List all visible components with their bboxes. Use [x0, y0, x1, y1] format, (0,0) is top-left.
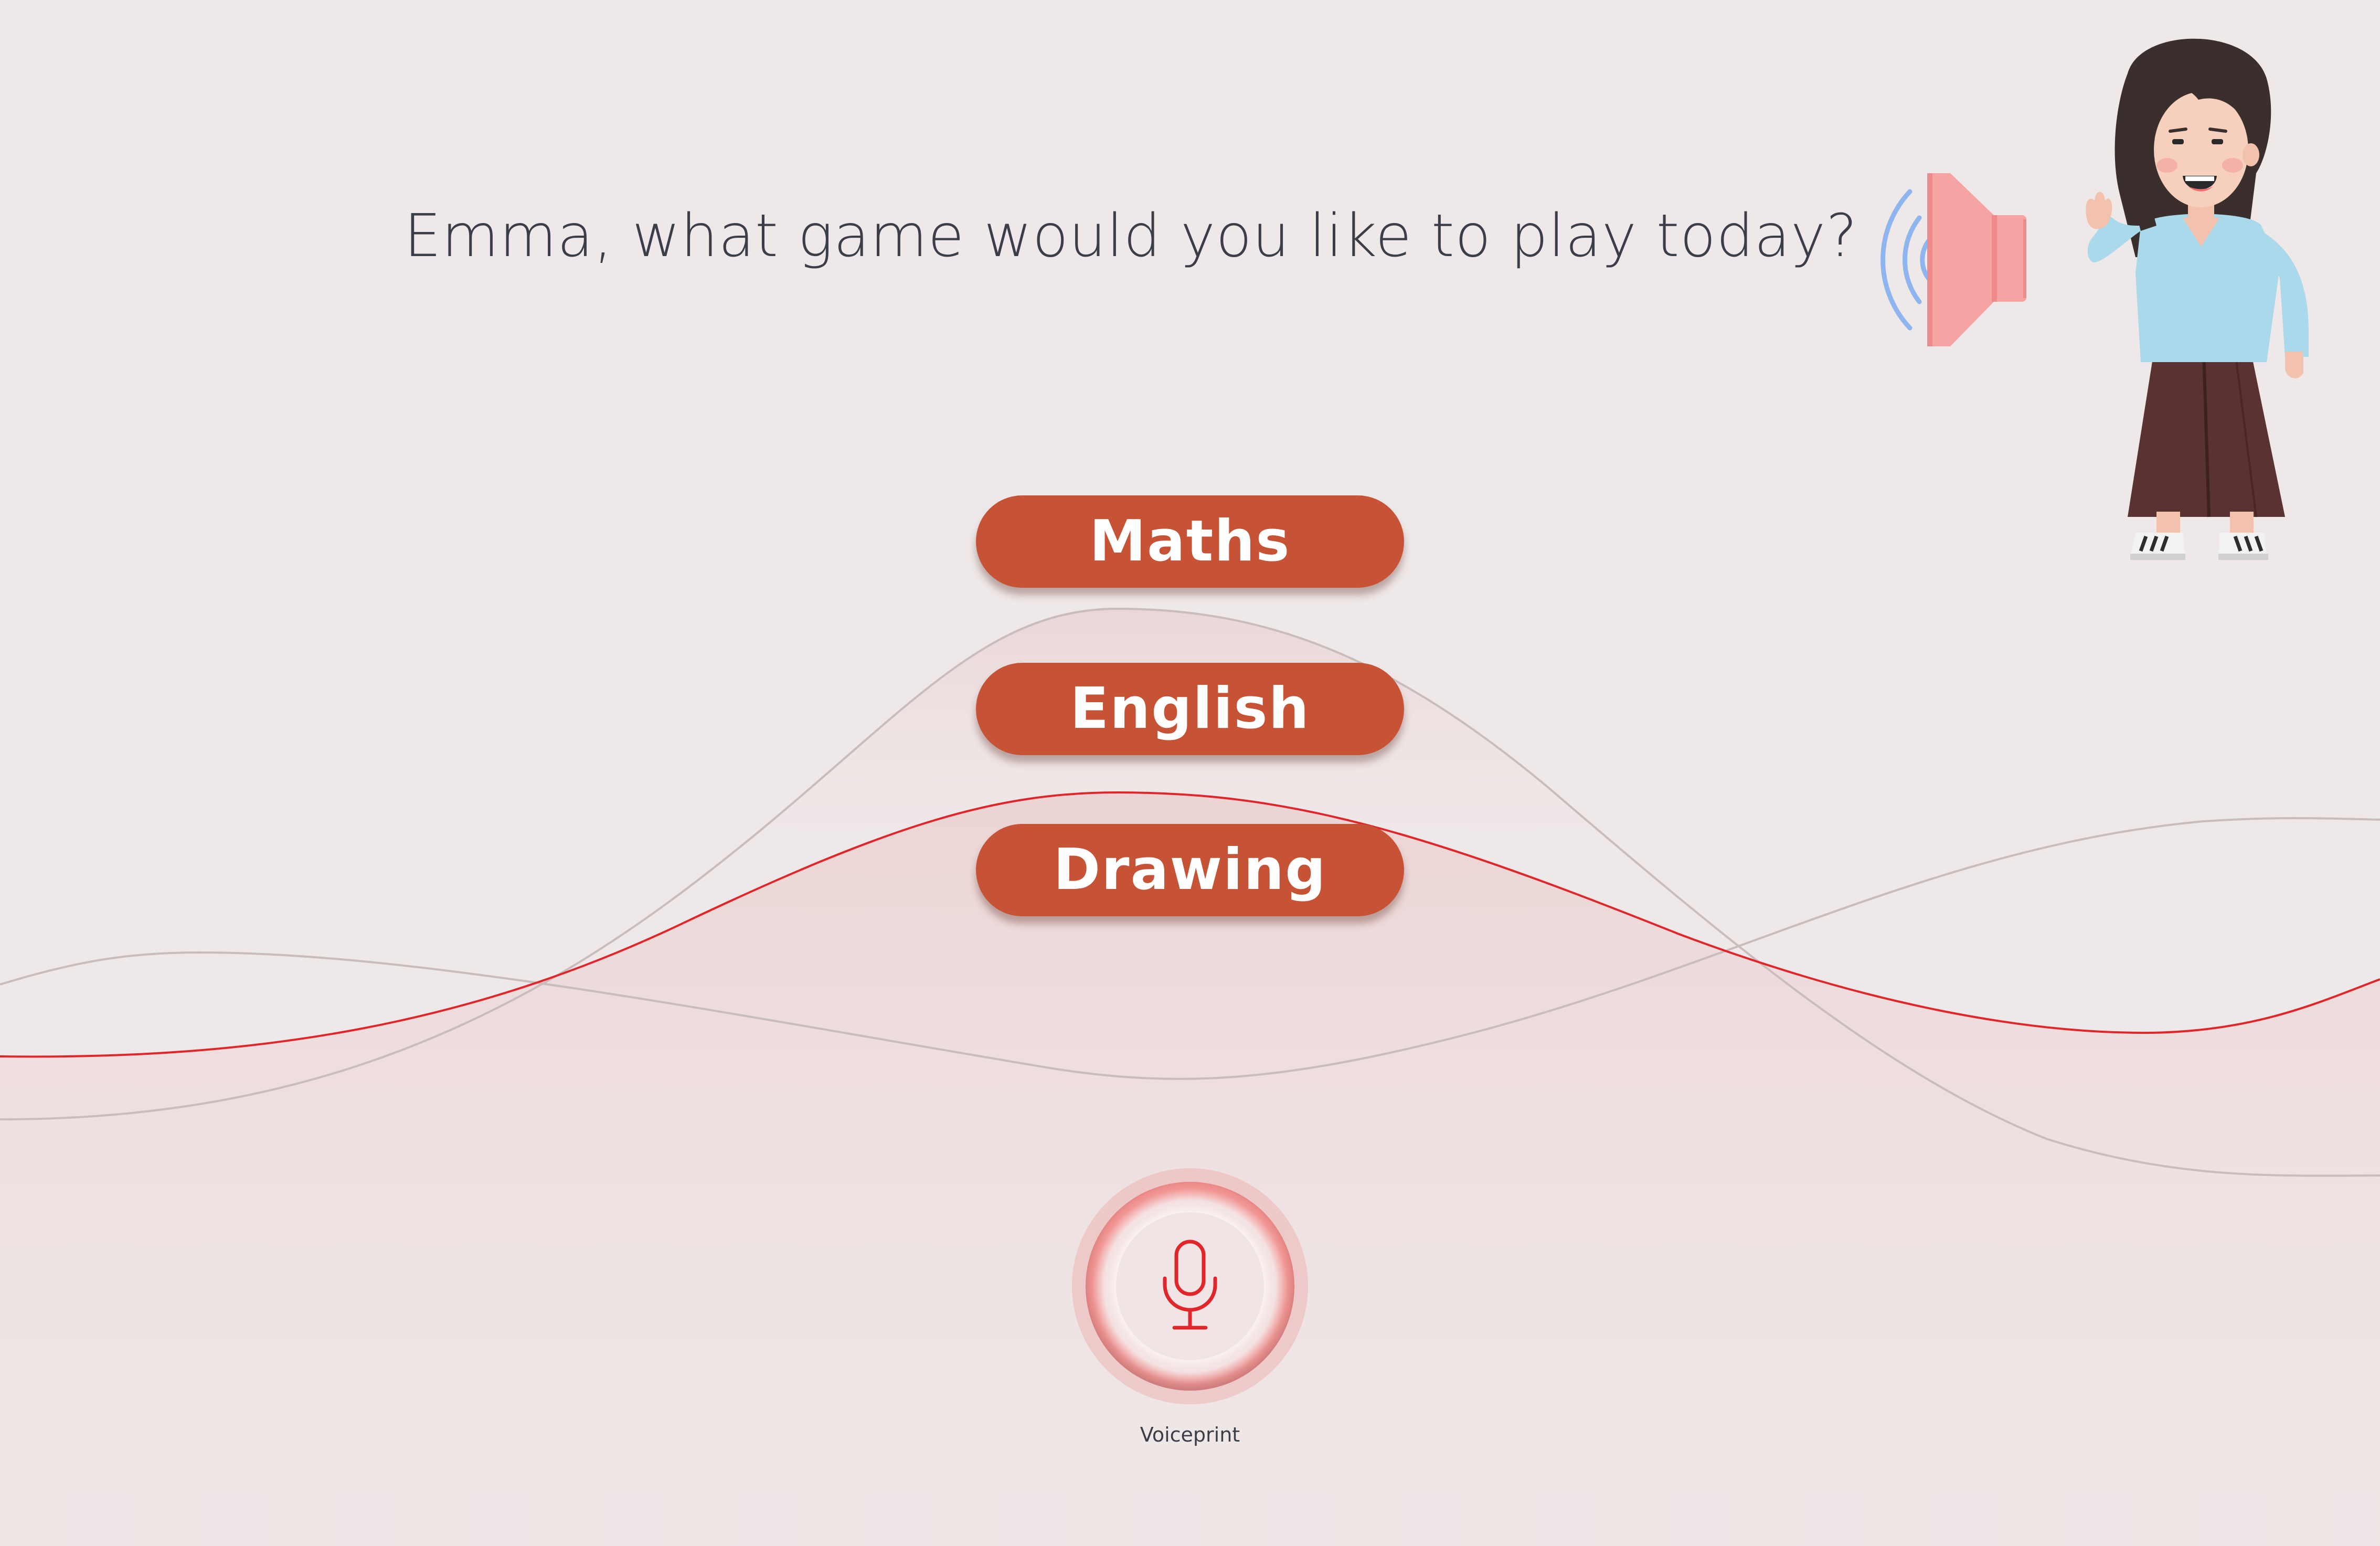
choice-button-english[interactable]: English	[976, 663, 1404, 755]
choice-button-maths[interactable]: Maths	[976, 495, 1404, 588]
choice-label: Maths	[1089, 509, 1291, 574]
speaker-volume-icon[interactable]	[1826, 163, 2046, 357]
choice-label: English	[1070, 676, 1310, 742]
mic-button-ring	[1086, 1182, 1294, 1391]
choice-button-drawing[interactable]: Drawing	[976, 824, 1404, 916]
mic-button-face	[1116, 1212, 1264, 1360]
teacher-character-illustration	[2086, 38, 2309, 560]
choice-label: Drawing	[1053, 837, 1327, 903]
question-prompt: Emma, what game would you like to play t…	[404, 202, 1858, 270]
voice-record-button[interactable]	[1072, 1168, 1308, 1404]
microphone-icon	[1163, 1240, 1217, 1330]
voiceprint-label: Voiceprint	[1140, 1423, 1240, 1446]
voice-game-screen: Emma, what game would you like to play t…	[0, 0, 2380, 1546]
